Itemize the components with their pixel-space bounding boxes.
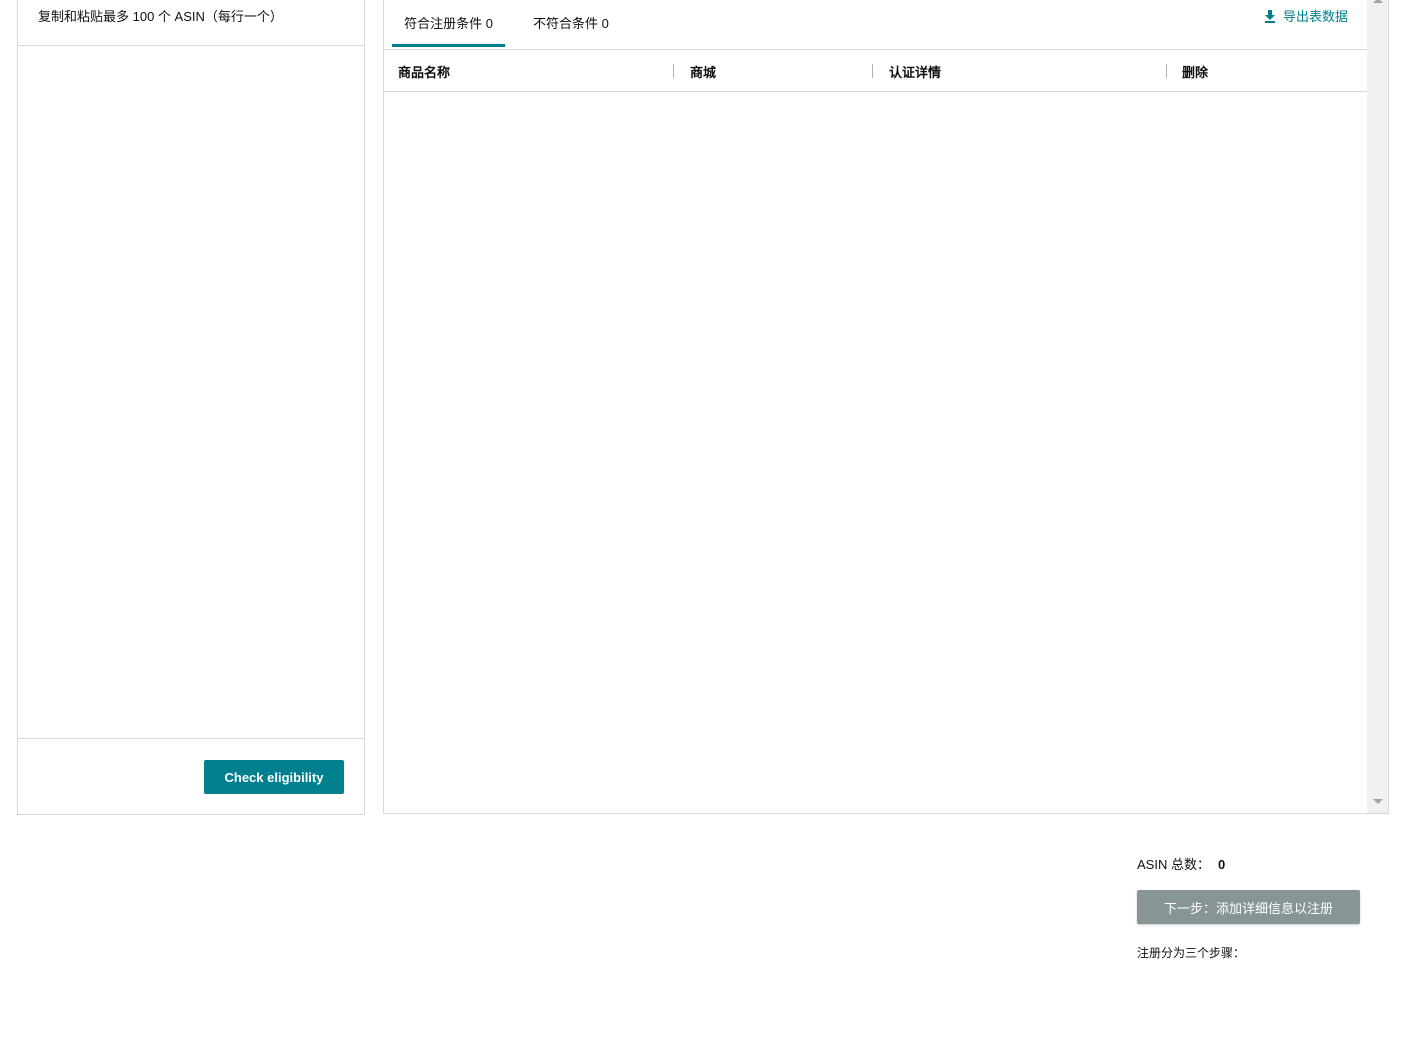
scroll-down-icon[interactable] <box>1373 799 1383 804</box>
check-eligibility-button[interactable]: Check eligibility <box>204 760 344 794</box>
export-table-data-link[interactable]: 导出表数据 <box>1263 6 1348 25</box>
column-separator <box>1166 64 1167 78</box>
asin-total-label: ASIN 总数： <box>1137 857 1210 872</box>
column-header-product-name[interactable]: 商品名称 <box>398 50 450 92</box>
asin-total-count: 0 <box>1217 857 1226 872</box>
download-icon <box>1264 9 1275 23</box>
next-step-button[interactable]: 下一步：添加详细信息以注册 <box>1137 890 1360 924</box>
asin-total: ASIN 总数： 0 <box>1137 854 1225 873</box>
table-header: 商品名称 商城 认证详情 删除 <box>384 50 1368 92</box>
export-label: 导出表数据 <box>1282 9 1348 24</box>
column-separator <box>673 64 674 78</box>
column-header-certification-details[interactable]: 认证详情 <box>889 50 941 92</box>
vertical-scrollbar[interactable] <box>1367 0 1388 813</box>
asin-input-hint: 复制和粘贴最多 100 个 ASIN（每行一个） <box>38 9 283 24</box>
divider <box>18 738 364 739</box>
asin-input-panel: 复制和粘贴最多 100 个 ASIN（每行一个） Check eligibili… <box>17 0 365 815</box>
scroll-up-icon[interactable] <box>1373 0 1383 3</box>
tab-eligible[interactable]: 符合注册条件 0 <box>392 0 505 47</box>
results-panel: 符合注册条件 0 不符合条件 0 导出表数据 商品名称 商城 认证详情 删除 <box>383 0 1389 814</box>
column-header-marketplace[interactable]: 商城 <box>690 50 716 92</box>
column-header-delete[interactable]: 删除 <box>1182 50 1208 92</box>
asin-textarea[interactable] <box>18 46 364 738</box>
tab-ineligible[interactable]: 不符合条件 0 <box>533 0 609 47</box>
registration-steps-text: 注册分为三个步骤： <box>1137 946 1246 960</box>
column-separator <box>872 64 873 78</box>
table-body <box>384 93 1368 813</box>
